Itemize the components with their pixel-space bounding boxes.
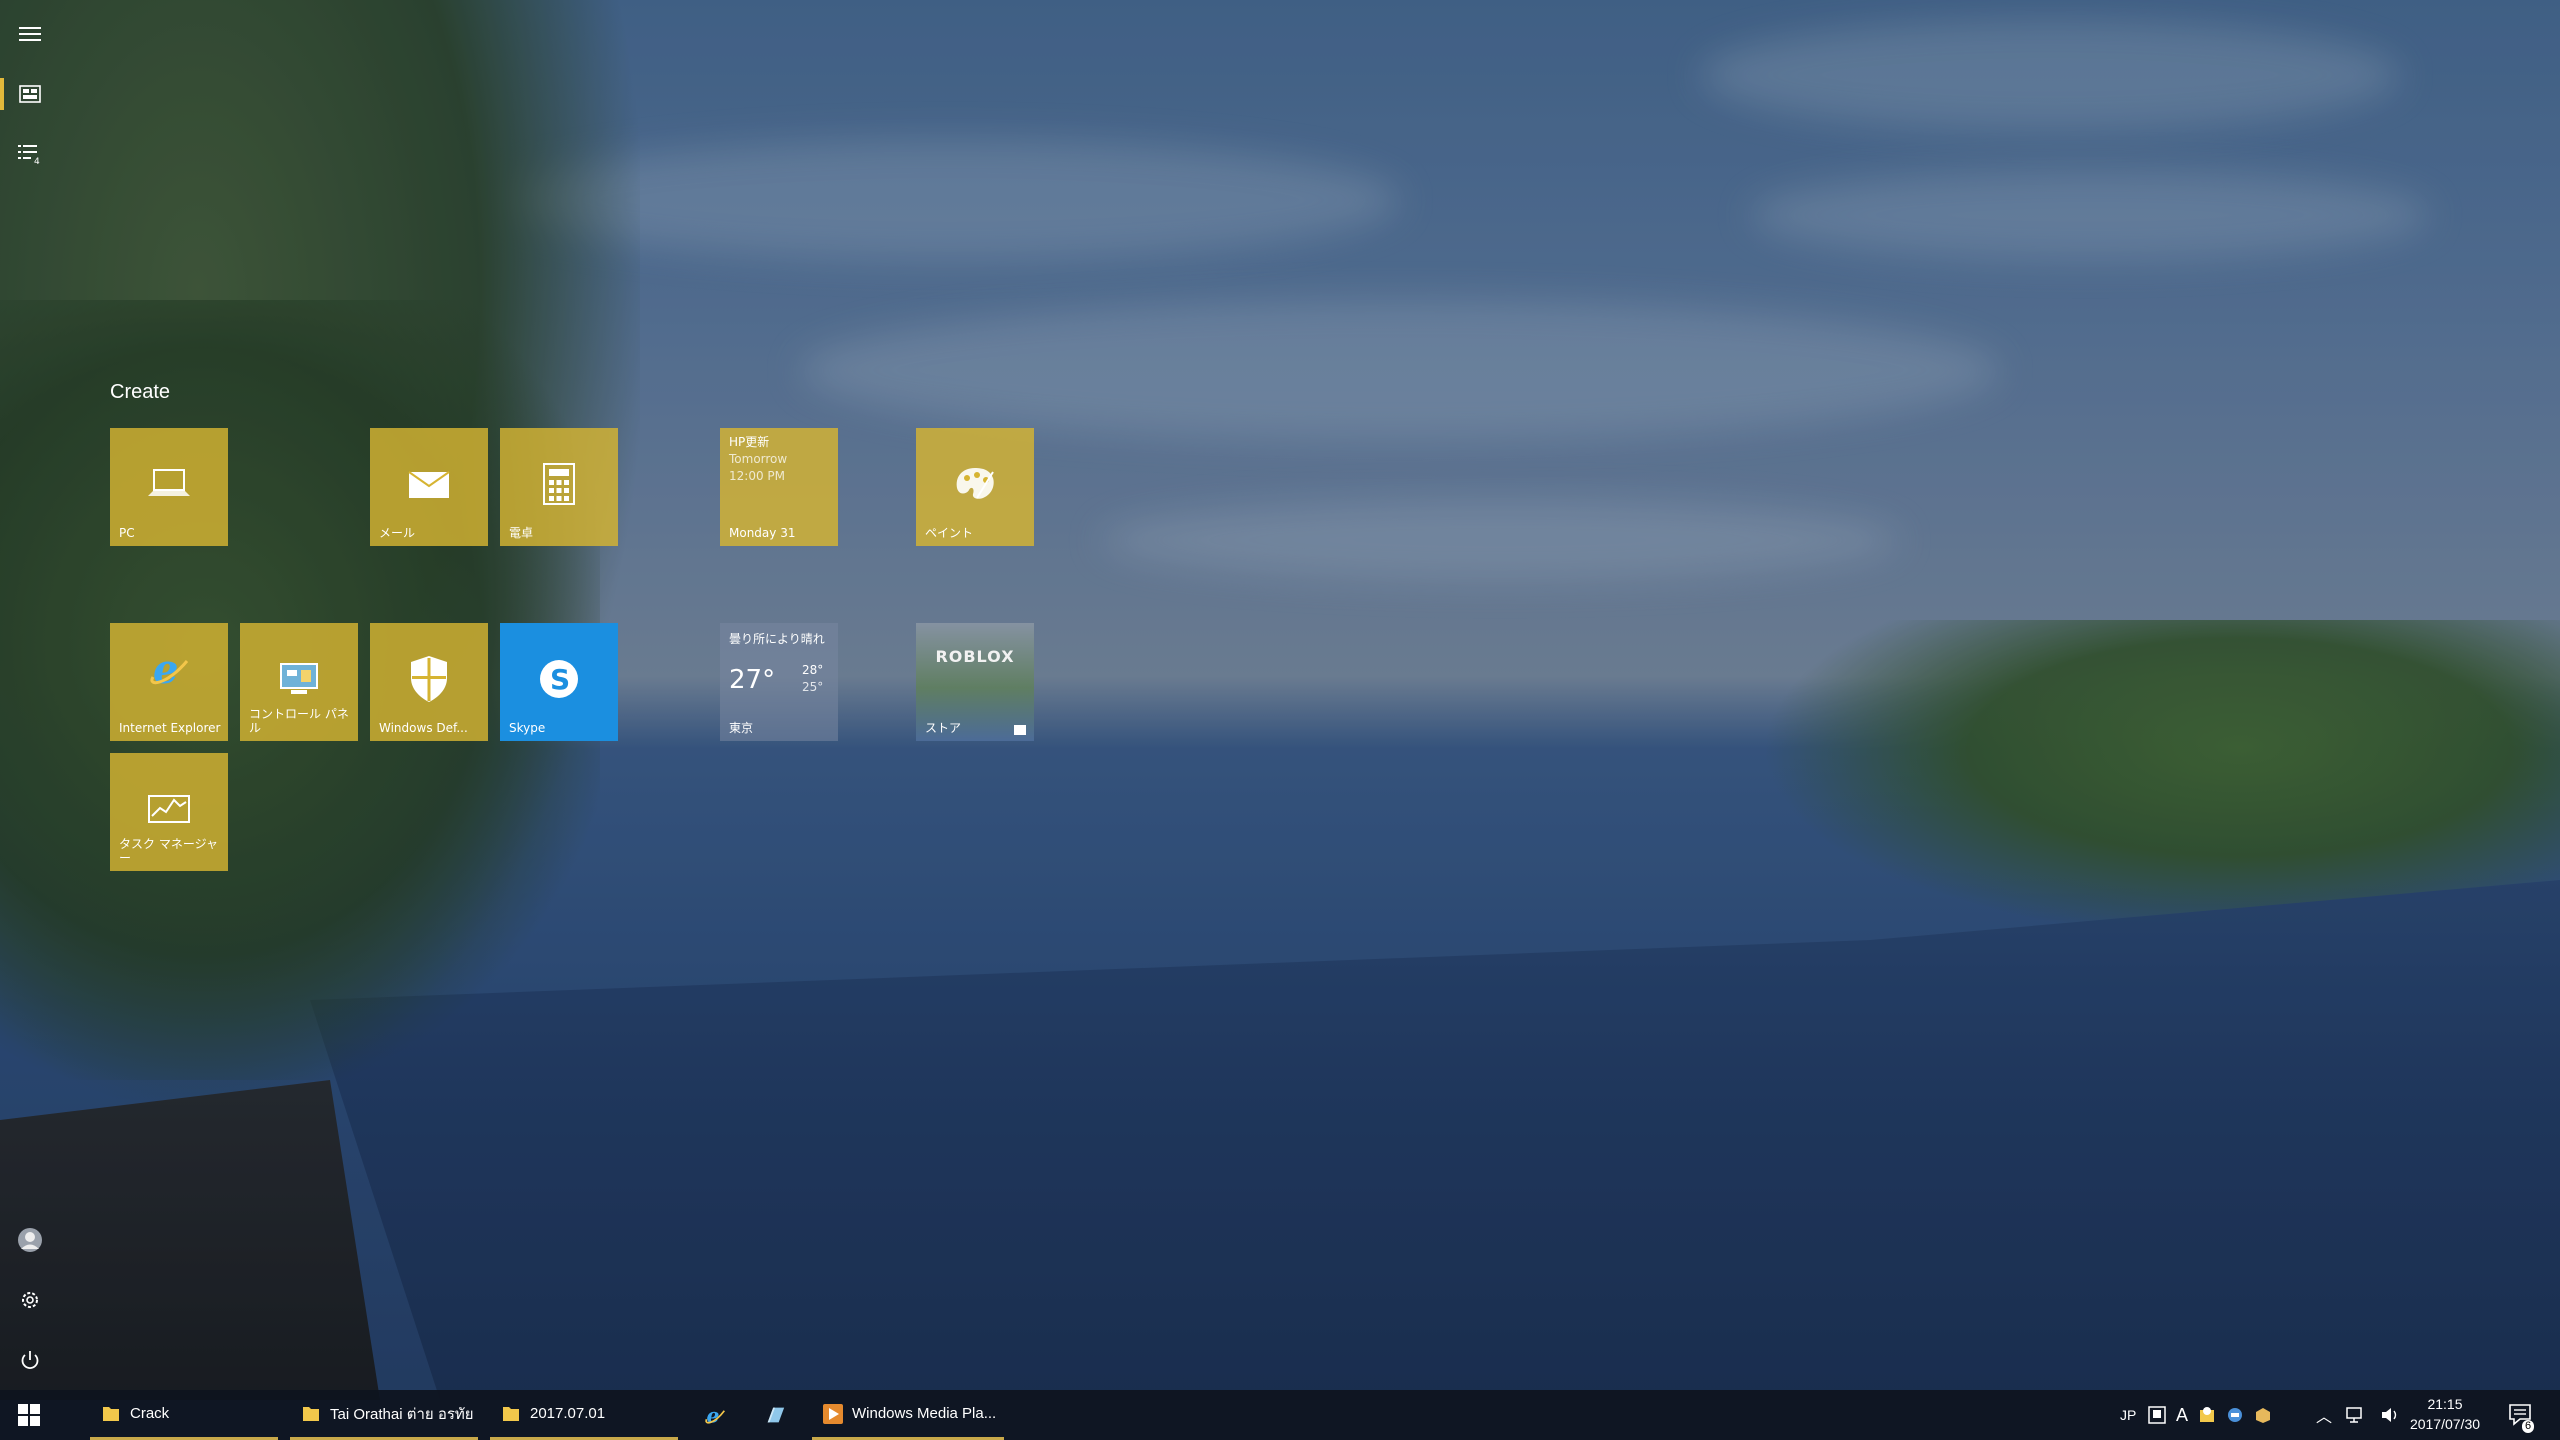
network-icon[interactable] (2346, 1406, 2366, 1424)
tray-package-icon[interactable] (2254, 1406, 2272, 1424)
tile-internet-explorer[interactable]: e Internet Explorer (110, 623, 228, 741)
tile-calendar[interactable]: HP更新 Tomorrow 12:00 PM Monday 31 (720, 428, 838, 546)
settings-gear-icon[interactable] (0, 1274, 60, 1326)
tray-app-icon[interactable] (2198, 1406, 2216, 1424)
svg-text:e: e (153, 647, 178, 691)
ime-language-indicator[interactable]: JP (2120, 1390, 2136, 1440)
windows-media-player-icon (822, 1403, 844, 1425)
ime-language-label: JP (2120, 1407, 2137, 1423)
svg-text:4: 4 (34, 157, 40, 165)
taskbar-item-internet-explorer[interactable]: e (690, 1390, 740, 1440)
user-avatar-icon[interactable] (0, 1214, 60, 1266)
weather-low: 25° (802, 680, 824, 694)
tile-label: Windows Def... (379, 721, 468, 735)
tile-pc[interactable]: PC (110, 428, 228, 546)
tile-task-manager[interactable]: タスク マネージャー (110, 753, 228, 871)
taskbar: Crack Tai Orathai ต่าย อรทัย 2017.07.01 … (0, 1390, 2560, 1440)
hamburger-menu-icon[interactable] (0, 8, 60, 60)
ime-pad-icon[interactable] (2148, 1406, 2166, 1424)
store-game-title: ROBLOX (935, 647, 1015, 666)
tile-store[interactable]: ROBLOX ストア (916, 623, 1034, 741)
folder-icon (500, 1403, 522, 1425)
calculator-icon (500, 456, 618, 512)
tile-label: Monday 31 (729, 526, 796, 540)
skype-icon: S (500, 651, 618, 707)
tile-label: Internet Explorer (119, 721, 221, 735)
tile-label: ストア (925, 721, 962, 735)
control-panel-icon (240, 651, 358, 707)
notification-count-badge: 6 (2522, 1420, 2535, 1433)
taskbar-item-crack[interactable]: Crack (90, 1390, 278, 1440)
tiles-view-icon[interactable] (0, 68, 60, 120)
show-hidden-icons-chevron-up-icon[interactable]: ︿ (2316, 1403, 2332, 1427)
taskbar-item-2017-07-01[interactable]: 2017.07.01 (490, 1390, 678, 1440)
internet-explorer-icon: e (110, 641, 228, 697)
tile-weather[interactable]: 曇り所により晴れ 27° 28° 25° 東京 (720, 623, 838, 741)
taskbar-item-tai-orathai[interactable]: Tai Orathai ต่าย อรทัย (290, 1390, 478, 1440)
clock-date: 2017/07/30 (2409, 1416, 2481, 1432)
taskbar-item-label: Tai Orathai ต่าย อรทัย (330, 1405, 474, 1423)
folder-icon (100, 1403, 122, 1425)
tile-label: PC (119, 526, 135, 540)
folder-icon (300, 1403, 322, 1425)
calendar-event-time: 12:00 PM (729, 469, 785, 483)
tile-label: メール (379, 526, 416, 540)
power-icon[interactable] (0, 1334, 60, 1386)
clock-time: 21:15 (2427, 1396, 2463, 1412)
shield-icon (370, 651, 488, 707)
tile-label: ペイント (925, 526, 974, 540)
ime-mode-indicator[interactable]: A (2176, 1405, 2188, 1426)
tile-mail[interactable]: メール (370, 428, 488, 546)
tile-windows-defender[interactable]: Windows Def... (370, 623, 488, 741)
tile-group-title[interactable]: Create (110, 381, 170, 404)
task-manager-icon (110, 781, 228, 837)
weather-temperature: 27° (729, 665, 776, 695)
taskbar-item-label: Crack (130, 1405, 170, 1422)
tile-label: Skype (509, 721, 546, 735)
internet-explorer-icon: e (704, 1404, 726, 1428)
tile-skype[interactable]: S Skype (500, 623, 618, 741)
calendar-event-day: Tomorrow (729, 452, 788, 466)
start-button[interactable] (0, 1390, 58, 1440)
paint-palette-icon (916, 456, 1034, 512)
system-tray: ︿ (2316, 1390, 2400, 1440)
taskbar-item-label: 2017.07.01 (530, 1405, 606, 1422)
tile-paint[interactable]: ペイント (916, 428, 1034, 546)
svg-text:e: e (707, 1404, 720, 1428)
tile-calculator[interactable]: 電卓 (500, 428, 618, 546)
taskbar-item-windows-media-player[interactable]: Windows Media Pla... (812, 1390, 1004, 1440)
taskbar-item-app[interactable] (750, 1390, 800, 1440)
tile-label: タスク マネージャー (119, 837, 218, 865)
weather-condition: 曇り所により晴れ (729, 632, 825, 646)
app-icon (764, 1404, 786, 1426)
action-center-button[interactable]: 6 (2508, 1390, 2535, 1440)
tile-label: コントロール パネル (249, 707, 349, 735)
windows-logo-icon (18, 1404, 40, 1426)
tile-label: 東京 (729, 721, 754, 735)
weather-high: 28° (802, 663, 824, 677)
tray-icons: A (2148, 1390, 2272, 1440)
tile-control-panel[interactable]: コントロール パネル (240, 623, 358, 741)
taskbar-item-label: Windows Media Pla... (852, 1405, 997, 1422)
all-apps-list-icon[interactable]: 4 (0, 128, 60, 180)
calendar-event-title: HP更新 (729, 435, 770, 449)
laptop-icon (110, 456, 228, 512)
clock[interactable]: 21:15 2017/07/30 (2390, 1394, 2500, 1434)
start-left-rail: 4 (0, 0, 60, 1390)
tile-label: 電卓 (509, 526, 534, 540)
mail-envelope-icon (370, 456, 488, 512)
svg-text:S: S (550, 663, 570, 696)
tray-network-app-icon[interactable] (2226, 1406, 2244, 1424)
